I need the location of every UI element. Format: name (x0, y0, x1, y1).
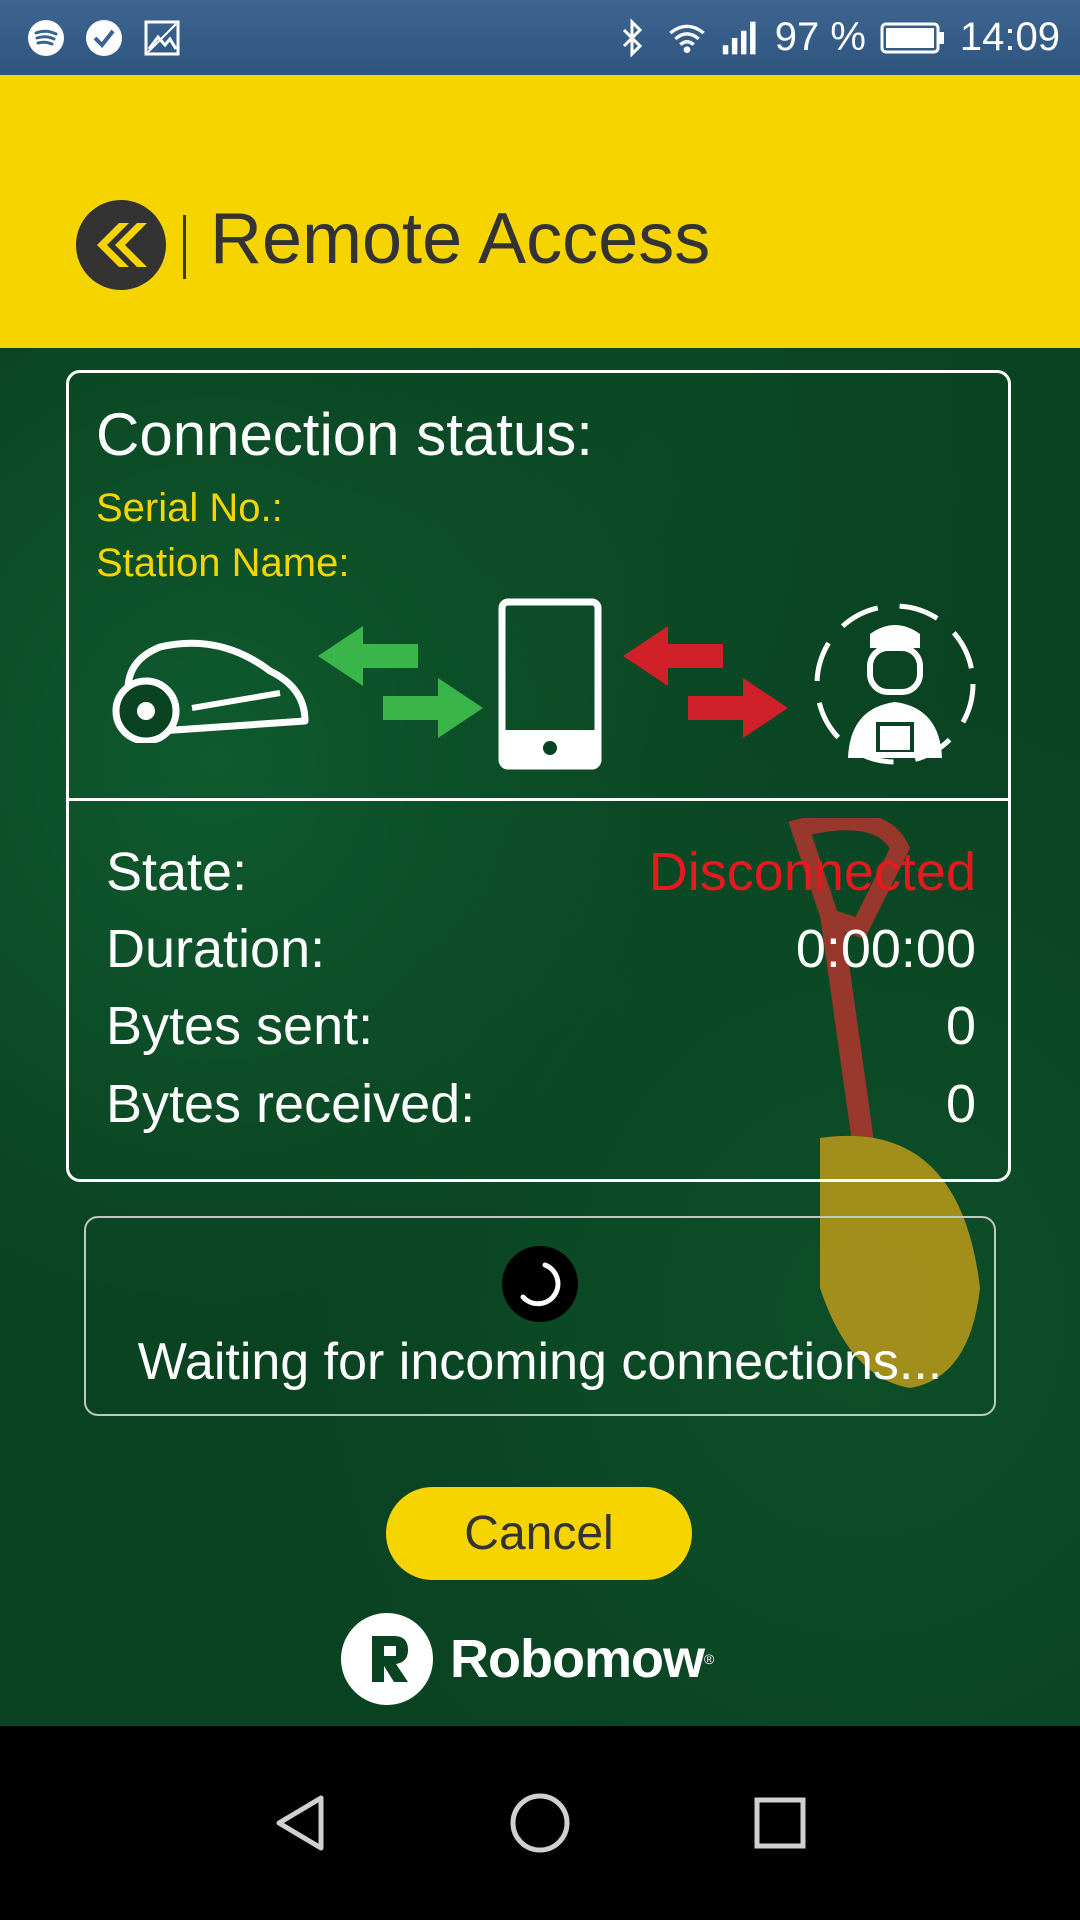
spotify-icon (26, 18, 66, 58)
battery-percent: 97 % (774, 15, 866, 59)
mower-icon (112, 639, 309, 743)
back-nav-icon[interactable] (265, 1788, 335, 1858)
home-nav-icon[interactable] (505, 1788, 575, 1858)
battery-icon (880, 18, 946, 58)
state-value: Disconnected (648, 842, 976, 902)
duration-label: Duration: (106, 919, 326, 979)
brand-name: Robomow (450, 1629, 705, 1689)
connection-diagram (100, 598, 980, 773)
waiting-text: Waiting for incoming connections... (137, 1333, 943, 1391)
bytes-sent-value: 0 (945, 996, 976, 1056)
status-bar: 97 % 14:09 (0, 0, 1080, 75)
state-label: State: (106, 842, 248, 902)
cancel-button[interactable]: Cancel (386, 1487, 692, 1580)
bytes-received-row: Bytes received: 0 (106, 1073, 976, 1135)
check-circle-icon (84, 18, 124, 58)
image-icon (142, 18, 182, 58)
brand-logo: Robomow ® (340, 1612, 714, 1706)
header-divider (183, 215, 186, 279)
duration-row: Duration: 0:00:00 (106, 918, 976, 980)
bytes-received-value: 0 (945, 1074, 976, 1134)
bluetooth-icon (613, 17, 653, 58)
state-row: State: Disconnected (106, 841, 976, 903)
loading-spinner-icon (502, 1246, 578, 1322)
bytes-received-label: Bytes received: (106, 1074, 476, 1134)
app-header: Remote Access (0, 75, 1080, 348)
brand-trademark-icon: ® (703, 1651, 715, 1667)
robomow-logo-icon (341, 1613, 433, 1705)
bytes-sent-label: Bytes sent: (106, 996, 374, 1056)
card-divider (68, 798, 1009, 801)
serial-no-label: Serial No.: (96, 486, 283, 530)
navigation-bar (0, 1726, 1080, 1920)
bytes-sent-row: Bytes sent: 0 (106, 995, 976, 1057)
duration-value: 0:00:00 (795, 919, 976, 979)
phone-icon (498, 598, 602, 770)
station-name-label: Station Name: (96, 541, 350, 585)
arrows-red-icon (623, 626, 788, 738)
page-title: Remote Access (210, 199, 711, 279)
back-logo-icon[interactable] (75, 199, 167, 291)
recents-nav-icon[interactable] (745, 1788, 815, 1858)
technician-icon (814, 603, 976, 765)
wifi-icon (667, 18, 707, 58)
arrows-green-icon (318, 626, 483, 738)
connection-status-title: Connection status: (96, 401, 593, 468)
signal-icon (721, 18, 761, 58)
clock: 14:09 (959, 15, 1060, 59)
